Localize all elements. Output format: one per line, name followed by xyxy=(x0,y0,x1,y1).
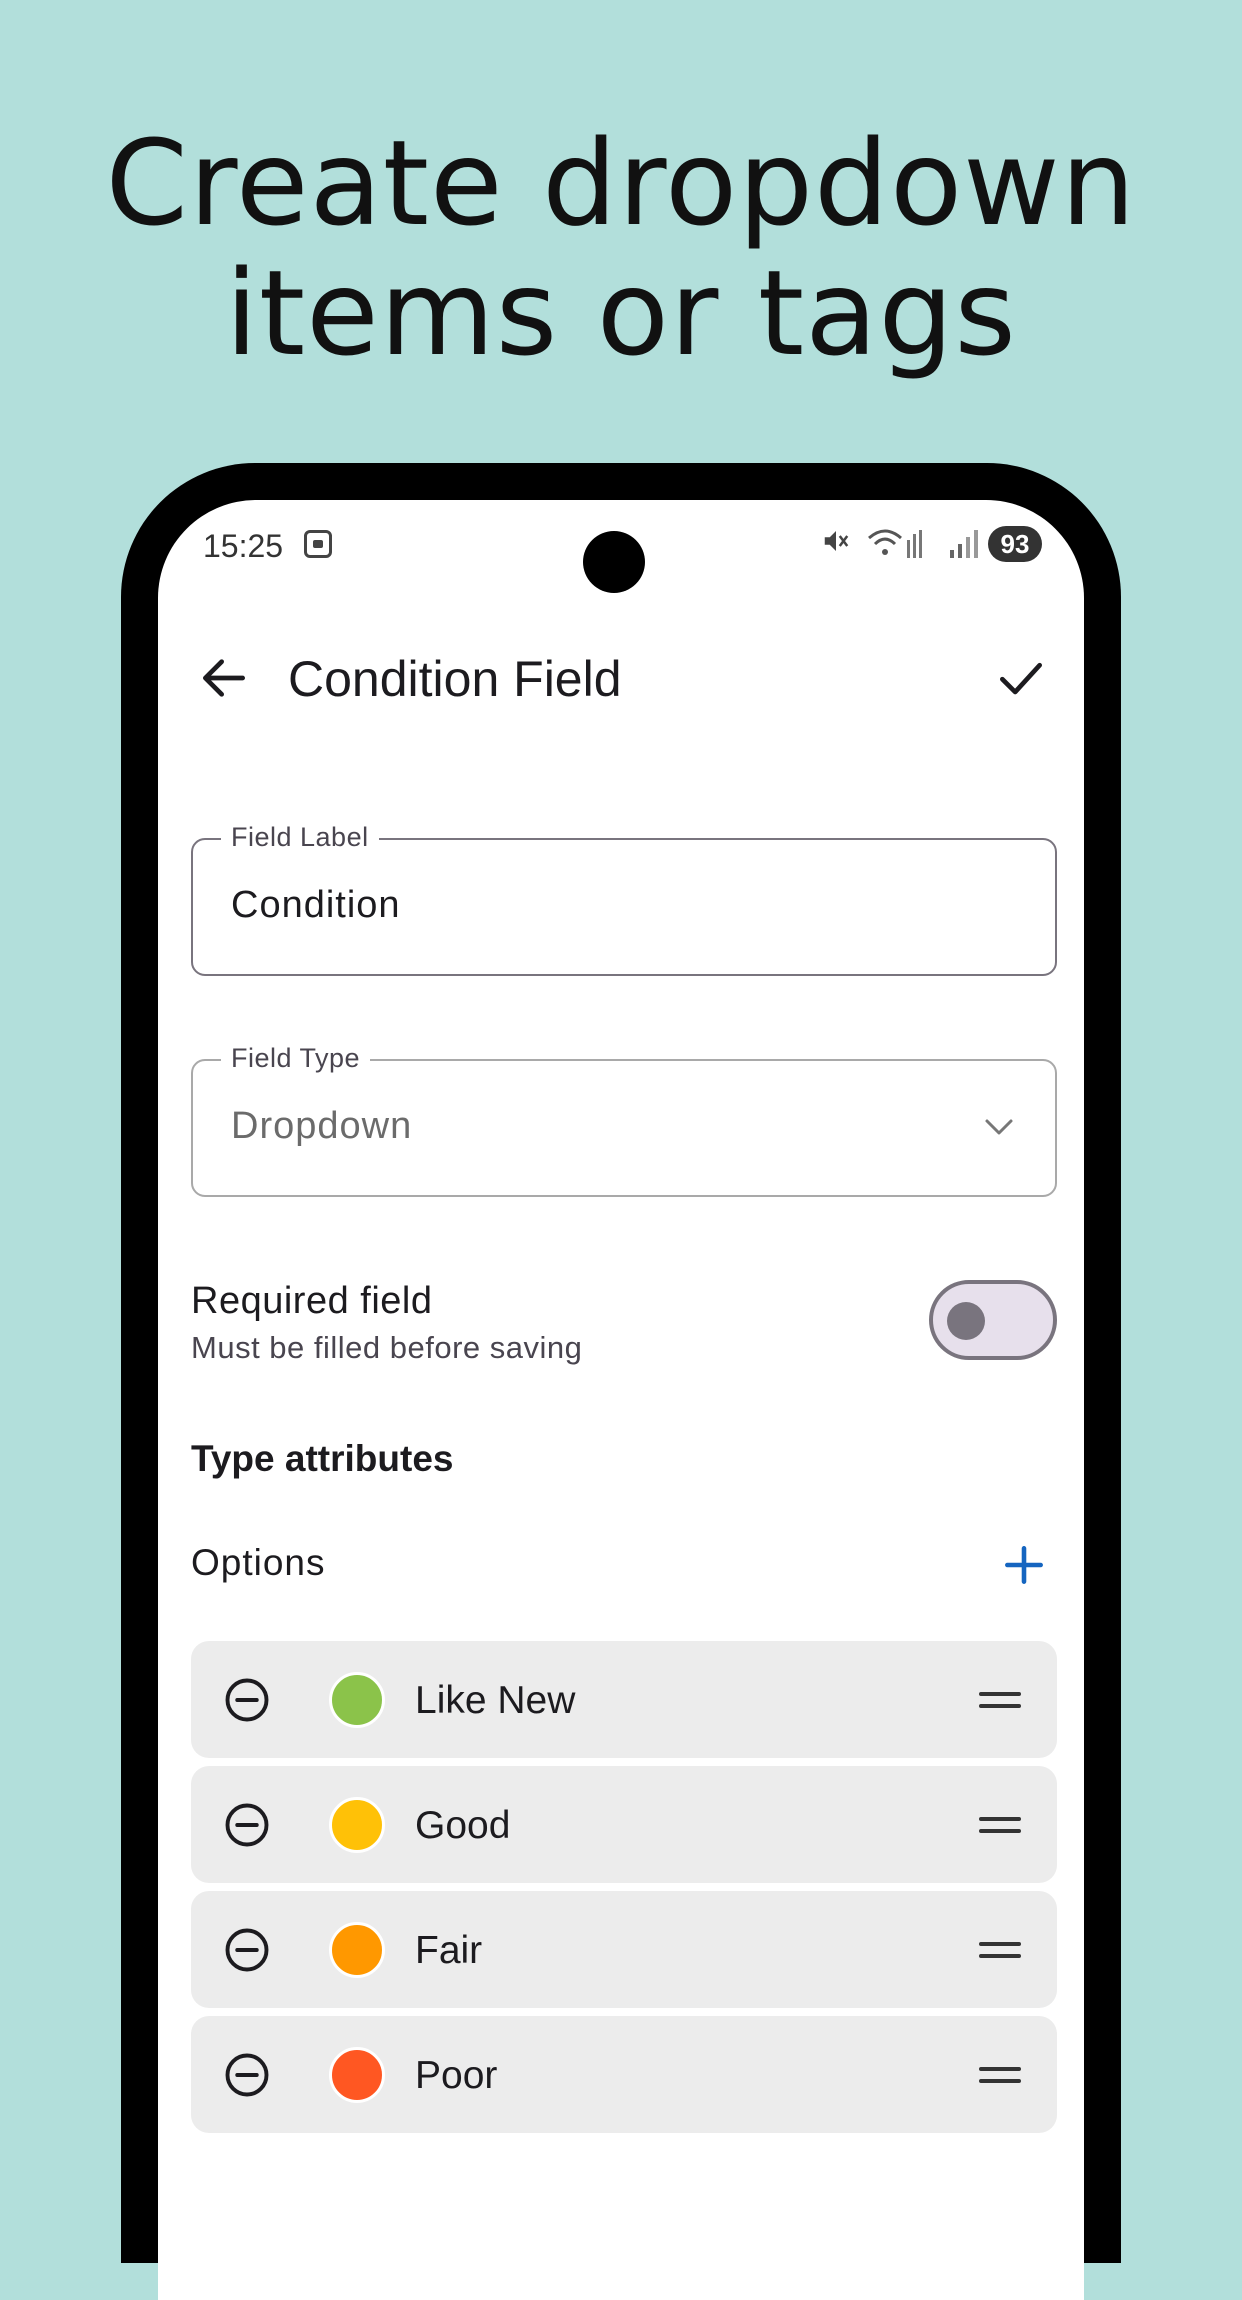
remove-circle-icon[interactable] xyxy=(221,1924,273,1976)
add-option-plus-icon[interactable] xyxy=(999,1540,1049,1590)
front-camera xyxy=(583,531,645,593)
phone-screen: 15:25 93 Condition Field Field Label Con… xyxy=(158,500,1084,2300)
wifi-icon xyxy=(865,526,925,562)
drag-handle-icon[interactable] xyxy=(979,1814,1021,1836)
option-color-swatch[interactable] xyxy=(329,1922,385,1978)
options-header: Options xyxy=(191,1530,1057,1600)
option-label: Poor xyxy=(415,2054,498,2097)
remove-circle-icon[interactable] xyxy=(221,2049,273,2101)
mute-icon xyxy=(821,526,851,564)
battery-indicator: 93 xyxy=(988,526,1042,562)
field-type-dropdown[interactable]: Field Type Dropdown xyxy=(191,1043,1057,1197)
chevron-down-icon xyxy=(981,1113,1017,1141)
signal-icon xyxy=(946,528,982,560)
required-field-title: Required field xyxy=(191,1280,433,1322)
option-label: Good xyxy=(415,1804,511,1847)
option-color-swatch[interactable] xyxy=(329,2047,385,2103)
field-type-legend: Field Type xyxy=(221,1043,371,1074)
headline: Create dropdown items or tags xyxy=(0,118,1242,378)
app-bar: Condition Field xyxy=(158,620,1084,732)
option-color-swatch[interactable] xyxy=(329,1672,385,1728)
option-row[interactable]: Poor xyxy=(191,2016,1057,2133)
remove-circle-icon[interactable] xyxy=(221,1674,273,1726)
required-field-subtitle: Must be filled before saving xyxy=(191,1330,583,1365)
option-label: Like New xyxy=(415,1679,576,1722)
option-row[interactable]: Fair xyxy=(191,1891,1057,2008)
field-label-legend: Field Label xyxy=(221,822,379,853)
options-list: Like New Good Fair Poor xyxy=(191,1641,1057,2141)
page-title: Condition Field xyxy=(288,651,622,707)
option-row[interactable]: Good xyxy=(191,1766,1057,1883)
status-time: 15:25 xyxy=(203,528,284,564)
field-label-value: Condition xyxy=(231,884,401,926)
phone-frame: 15:25 93 Condition Field Field Label Con… xyxy=(121,463,1121,2300)
type-attributes-heading: Type attributes xyxy=(191,1438,454,1479)
drag-handle-icon[interactable] xyxy=(979,1689,1021,1711)
option-color-swatch[interactable] xyxy=(329,1797,385,1853)
option-row[interactable]: Like New xyxy=(191,1641,1057,1758)
field-label-input[interactable]: Field Label Condition xyxy=(191,822,1057,976)
remove-circle-icon[interactable] xyxy=(221,1799,273,1851)
headline-line-1: Create dropdown xyxy=(105,114,1137,252)
options-label: Options xyxy=(191,1542,326,1583)
field-type-value: Dropdown xyxy=(231,1105,413,1147)
headline-line-2: items or tags xyxy=(225,244,1017,382)
drag-handle-icon[interactable] xyxy=(979,2064,1021,2086)
required-field-row: Required field Must be filled before sav… xyxy=(191,1280,1057,1370)
back-arrow-icon[interactable] xyxy=(196,650,252,706)
required-toggle-thumb xyxy=(947,1302,985,1340)
screenshot-icon xyxy=(304,530,332,558)
drag-handle-icon[interactable] xyxy=(979,1939,1021,1961)
required-toggle[interactable] xyxy=(929,1280,1057,1360)
option-label: Fair xyxy=(415,1929,483,1972)
save-check-icon[interactable] xyxy=(993,650,1049,706)
